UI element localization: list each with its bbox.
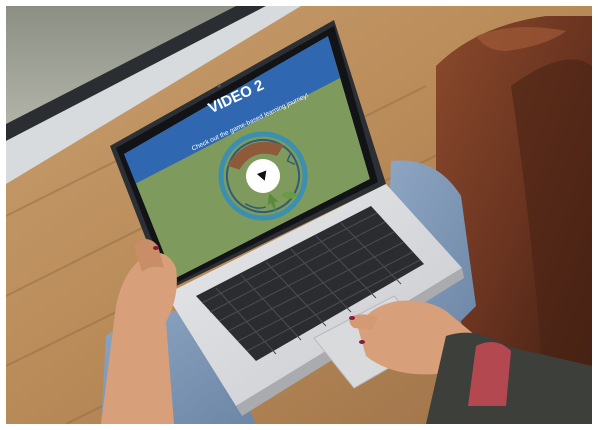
webcam [217, 84, 221, 88]
photo-scene: VIDEO 2 Check out the game-based learnin… [6, 6, 592, 424]
nail-polish-right-2 [359, 340, 365, 344]
nail-polish [153, 246, 159, 250]
photo-frame: VIDEO 2 Check out the game-based learnin… [6, 6, 592, 424]
nail-polish-right [349, 316, 355, 320]
